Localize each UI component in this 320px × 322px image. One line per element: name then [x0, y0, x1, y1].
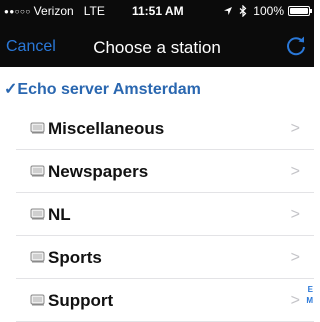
refresh-icon[interactable] — [284, 34, 308, 58]
location-arrow-icon — [224, 7, 233, 15]
station-list-item[interactable]: Newspapers > — [16, 151, 314, 193]
chevron-right-icon: > — [290, 206, 300, 223]
station-list-item[interactable]: Sports > — [16, 237, 314, 279]
radio-icon — [30, 293, 46, 307]
station-label: Support — [48, 291, 114, 310]
station-label: NL — [48, 205, 71, 224]
section-index-e[interactable]: E — [308, 285, 313, 294]
navigation-bar: Cancel Choose a station — [0, 28, 314, 64]
battery-icon — [288, 6, 312, 16]
status-left: ●●○○○ Verizon LTE — [4, 4, 105, 18]
station-group-header[interactable]: ✓Echo server Amsterdam — [4, 79, 201, 99]
signal-strength-icon: ●●○○○ — [4, 6, 31, 16]
radio-icon — [30, 164, 46, 178]
battery-percent: 100% — [253, 4, 284, 18]
station-list-item[interactable]: Support > — [16, 280, 314, 322]
chevron-right-icon: > — [290, 120, 300, 137]
chevron-right-icon: > — [290, 249, 300, 266]
section-index-m[interactable]: M — [306, 296, 313, 305]
bluetooth-icon — [239, 5, 247, 17]
station-label: Sports — [48, 248, 102, 267]
status-bar: ●●○○○ Verizon LTE 11:51 AM 100% — [0, 0, 314, 22]
radio-icon — [30, 250, 46, 264]
station-list-item[interactable]: Miscellaneous > — [16, 108, 314, 150]
status-time: 11:51 AM — [132, 4, 184, 18]
station-label: Miscellaneous — [48, 119, 165, 138]
network-label: LTE — [83, 4, 105, 18]
page-title: Choose a station — [93, 38, 221, 57]
chevron-right-icon: > — [290, 292, 300, 309]
checkmark-icon: ✓ — [4, 81, 18, 98]
radio-icon — [30, 207, 46, 221]
status-right: 100% — [223, 4, 312, 18]
radio-icon — [30, 121, 46, 135]
station-label: Newspapers — [48, 162, 149, 181]
station-list-item[interactable]: NL > — [16, 194, 314, 236]
chevron-right-icon: > — [290, 163, 300, 180]
battery-fill — [290, 8, 308, 14]
carrier-label: Verizon — [33, 4, 74, 18]
top-bar: ●●○○○ Verizon LTE 11:51 AM 100% Cancel C… — [0, 0, 314, 67]
group-title: Echo server Amsterdam — [17, 81, 201, 98]
